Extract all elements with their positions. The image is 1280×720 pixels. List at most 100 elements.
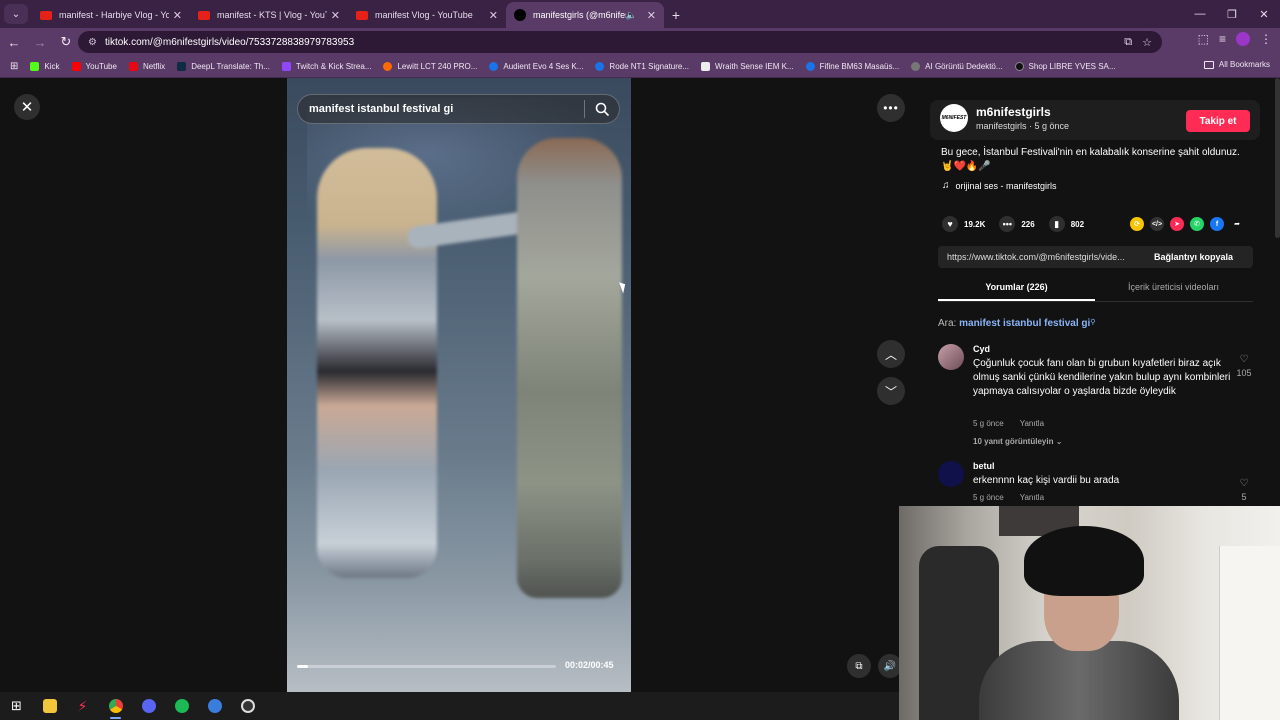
comment-button[interactable]: ••• 226 (999, 216, 1035, 232)
plus-icon: + (671, 7, 681, 23)
author-avatar[interactable]: M6NIFEST (940, 104, 968, 132)
taskbar-app-red[interactable]: ⚡ (66, 692, 99, 720)
site-info-icon[interactable]: ⚙ (88, 37, 97, 48)
browser-toolbar: ← → ↻ ⚙ tiktok.com/@m6nifestgirls/video/… (0, 28, 1280, 56)
post-link[interactable]: https://www.tiktok.com/@m6nifestgirls/vi… (938, 252, 1148, 262)
like-button[interactable]: ♥ 19.2K (942, 216, 985, 232)
bookmark-shop[interactable]: Shop LIBRE YVES SA... (1014, 62, 1116, 71)
taskbar-explorer[interactable] (33, 692, 66, 720)
dancer-right (517, 138, 622, 598)
post-actions: ♥ 19.2K ••• 226 ▮ 802 (942, 216, 1098, 232)
embed-icon[interactable]: </> (1150, 217, 1164, 231)
next-video-button[interactable]: ﹀ (877, 377, 905, 405)
close-icon[interactable]: ✕ (647, 9, 656, 22)
sound-link[interactable]: ♫ orijinal ses - manifestgirls (942, 180, 1057, 191)
follow-button[interactable]: Takip et (1186, 110, 1250, 132)
save-button[interactable]: ▮ 802 (1048, 216, 1084, 232)
tab-creator-videos[interactable]: İçerik üreticisi videoları (1095, 276, 1252, 301)
back-button[interactable]: ← (2, 30, 26, 54)
panel-scrollbar[interactable] (1275, 78, 1280, 238)
reload-button[interactable]: ↻ (54, 30, 78, 54)
pip-button[interactable]: ⧉ (847, 654, 871, 678)
comment-item: betul erkennnn kaç kişi vardii bu arada … (938, 461, 1268, 511)
tab-2[interactable]: manifest - KTS | Vlog - YouTube ✕ (190, 2, 348, 28)
tab-3[interactable]: manifest Vlog - YouTube ✕ (348, 2, 506, 28)
comment-item: Cyd Çoğunluk çocuk fanı olan bi grubun k… (938, 344, 1268, 454)
video-search-bar[interactable]: manifest istanbul festival gi (297, 94, 620, 124)
reply-button[interactable]: Yanıtla (1020, 419, 1044, 428)
obs-icon (240, 699, 255, 713)
extensions-icon[interactable]: ⬚ (1198, 32, 1209, 46)
author-username[interactable]: m6nifestgirls (976, 105, 1069, 119)
comment-like-icon[interactable]: ♡ (1236, 354, 1252, 365)
video-progress-bar[interactable] (297, 665, 556, 668)
tab-4[interactable]: manifestgirls (@m6nifestgirls) 🔈 ✕ (506, 2, 664, 28)
all-bookmarks-button[interactable]: All Bookmarks (1203, 60, 1270, 69)
search-icon[interactable] (585, 102, 619, 116)
bookmark-rode[interactable]: Rode NT1 Signature... (595, 62, 689, 71)
search-input[interactable]: manifest istanbul festival gi (309, 103, 584, 115)
taskbar-discord[interactable] (132, 692, 165, 720)
bookmark-netflix[interactable]: Netflix (128, 62, 165, 71)
whatsapp-icon[interactable]: ✆ (1190, 217, 1204, 231)
comment-like-icon[interactable]: ♡ (1236, 478, 1252, 489)
tab-search-button[interactable]: ⌄ (4, 4, 28, 24)
bookmark-lewitt[interactable]: Lewitt LCT 240 PRO... (383, 62, 477, 71)
related-search[interactable]: Ara: manifest istanbul festival gi⚲ (938, 318, 1095, 329)
taskbar-chrome[interactable] (99, 692, 132, 720)
repost-icon[interactable]: ⟳ (1130, 217, 1144, 231)
minimize-icon[interactable]: — (1184, 0, 1216, 28)
taskbar-spotify[interactable] (165, 692, 198, 720)
bookmark-youtube[interactable]: YouTube (71, 62, 117, 71)
send-icon[interactable]: ➤ (1170, 217, 1184, 231)
panel-tabs: Yorumlar (226) İçerik üreticisi videolar… (938, 276, 1253, 302)
toolbar-actions: ⬚ ≡ ⋮ (1198, 32, 1272, 46)
taskbar-app-blue[interactable] (198, 692, 231, 720)
close-icon[interactable]: ✕ (173, 9, 182, 22)
comment-avatar[interactable] (938, 344, 964, 370)
close-video-button[interactable]: ✕ (14, 94, 40, 120)
forward-button[interactable]: → (28, 30, 52, 54)
bookmark-fifine[interactable]: Fifine BM63 Masaüs... (805, 62, 899, 71)
more-options-button[interactable]: ••• (877, 94, 905, 122)
new-tab-button[interactable]: + (664, 2, 688, 28)
speaker-icon[interactable]: 🔈 (626, 10, 637, 21)
tab-title: manifest - Harbiye Vlog - YouTube (59, 10, 169, 20)
bookmark-twitch[interactable]: Twitch & Kick Strea... (281, 62, 371, 71)
bookmark-star-icon[interactable]: ☆ (1142, 36, 1152, 49)
tab-1[interactable]: manifest - Harbiye Vlog - YouTube ✕ (32, 2, 190, 28)
install-app-icon[interactable]: ⧉ (1124, 36, 1132, 49)
reply-button[interactable]: Yanıtla (1020, 493, 1044, 502)
comment-author[interactable]: Cyd (973, 344, 990, 354)
close-window-icon[interactable]: ✕ (1248, 0, 1280, 28)
bookmark-ai-detector[interactable]: AI Görüntü Dedektö... (911, 62, 1003, 71)
video-player[interactable] (287, 78, 631, 692)
apps-icon[interactable]: ⊞ (10, 61, 18, 72)
facebook-icon[interactable]: f (1210, 217, 1224, 231)
share-arrow-icon[interactable]: ➦ (1230, 217, 1244, 231)
folder-icon (42, 699, 57, 713)
kebab-menu-icon[interactable]: ⋮ (1260, 32, 1272, 46)
view-replies-button[interactable]: 10 yanıt görüntüleyin ⌄ (973, 437, 1062, 446)
tab-comments[interactable]: Yorumlar (226) (938, 276, 1095, 301)
shop-icon (1014, 62, 1024, 71)
comment-author[interactable]: betul (973, 461, 995, 471)
bookmark-kick[interactable]: Kick (30, 62, 60, 71)
previous-video-button[interactable]: ︿ (877, 340, 905, 368)
media-controls-icon[interactable]: ≡ (1219, 32, 1226, 46)
close-icon[interactable]: ✕ (489, 9, 498, 22)
bookmark-deepl[interactable]: DeepL Translate: Th... (177, 62, 270, 71)
taskbar-obs[interactable] (231, 692, 264, 720)
person-hair (1024, 526, 1144, 596)
close-icon[interactable]: ✕ (331, 9, 340, 22)
cabinet (1219, 546, 1280, 720)
address-bar[interactable]: ⚙ tiktok.com/@m6nifestgirls/video/753372… (78, 31, 1162, 53)
copy-link-button[interactable]: Bağlantıyı kopyala (1154, 252, 1233, 262)
profile-avatar[interactable] (1236, 32, 1250, 46)
bookmark-wraith[interactable]: Wraith Sense IEM K... (701, 62, 794, 71)
comment-avatar[interactable] (938, 461, 964, 487)
bookmark-audient[interactable]: Audient Evo 4 Ses K... (489, 62, 583, 71)
start-button[interactable]: ⊞ (0, 692, 33, 720)
restore-icon[interactable]: ❐ (1216, 0, 1248, 28)
related-query[interactable]: manifest istanbul festival gi (959, 318, 1090, 329)
